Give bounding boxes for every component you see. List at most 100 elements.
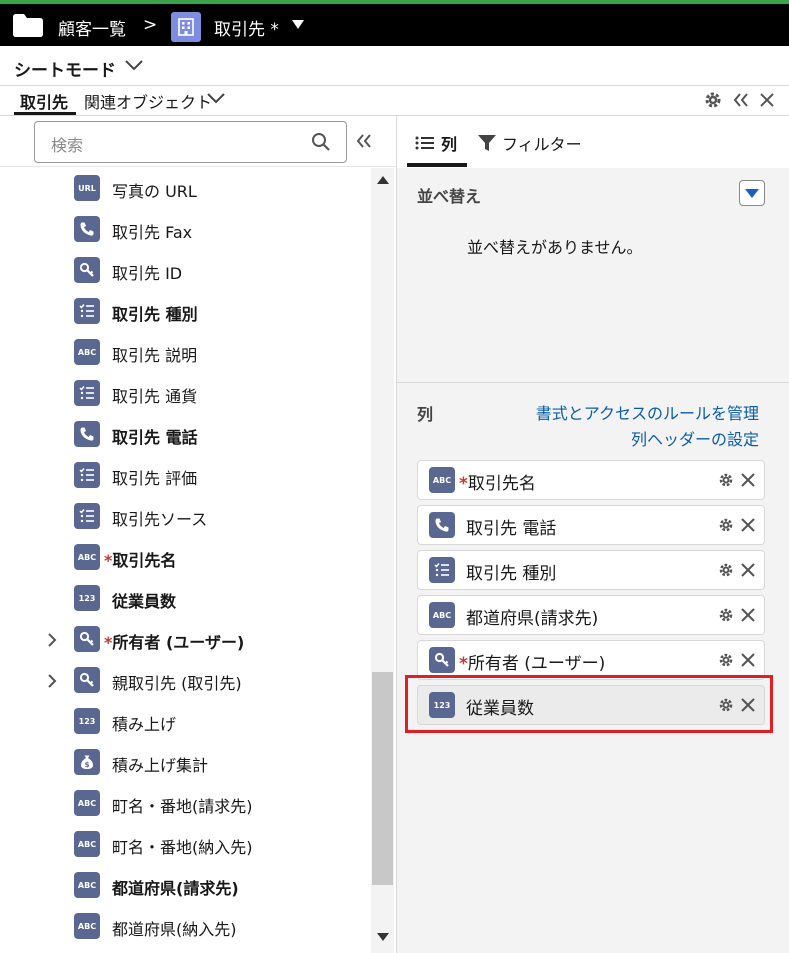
list-item[interactable]: 取引先 通貨 — [0, 373, 370, 414]
list-item[interactable]: $ 積み上げ集計 — [0, 742, 370, 783]
right-tabs: 列 フィルター — [397, 116, 789, 169]
scrollbar-thumb[interactable] — [372, 672, 393, 885]
list-item[interactable]: ABC 都道府県(納入先) — [0, 906, 370, 947]
sheet-mode-label[interactable]: シートモード — [14, 56, 116, 81]
list-item[interactable]: 取引先 電話 — [0, 414, 370, 455]
breadcrumb-list[interactable]: 顧客一覧 — [58, 15, 126, 40]
caret-down-icon — [745, 189, 759, 198]
list-item[interactable]: 取引先 評価 — [0, 455, 370, 496]
list-item[interactable]: *所有者 (ユーザー) — [0, 619, 370, 660]
column-header-settings-link[interactable]: 列ヘッダーの設定 — [631, 426, 759, 450]
column-item-label: 都道府県(請求先) — [466, 609, 599, 629]
remove-column-icon[interactable] — [740, 562, 756, 582]
remove-column-icon[interactable] — [740, 517, 756, 537]
column-item[interactable]: 取引先 電話 — [417, 505, 765, 545]
column-item[interactable]: *所有者 (ユーザー) — [417, 640, 765, 680]
object-name[interactable]: 取引先 * — [214, 15, 279, 40]
list-item[interactable]: 取引先 種別 — [0, 291, 370, 332]
list-item[interactable]: ABC 取引先 説明 — [0, 332, 370, 373]
column-item-label: 取引先 電話 — [466, 519, 557, 539]
object-tabs: 取引先 関連オブジェクト — [0, 85, 789, 116]
text-field-icon: ABC — [74, 790, 100, 816]
remove-column-icon[interactable] — [740, 652, 756, 672]
phone-icon — [429, 512, 455, 538]
gear-icon[interactable] — [703, 90, 723, 110]
filter-icon — [478, 135, 496, 151]
search-input[interactable]: 検索 — [34, 121, 347, 163]
column-item[interactable]: ABC *取引先名 — [417, 460, 765, 500]
double-chevron-left-icon[interactable] — [731, 90, 751, 110]
list-item[interactable]: ABC 都道府県(請求先) — [0, 865, 370, 906]
text-field-icon: ABC — [74, 339, 100, 365]
sort-section: 並べ替え 並べ替えがありません。 — [397, 168, 789, 383]
list-item[interactable]: ABC *取引先名 — [0, 537, 370, 578]
list-item[interactable]: 123 従業員数 — [0, 578, 370, 619]
list-item-label: 写真の URL — [112, 182, 197, 201]
search-placeholder: 検索 — [51, 136, 84, 155]
chevron-down-icon[interactable] — [124, 57, 144, 73]
account-object-icon — [171, 12, 201, 42]
number-field-icon: 123 — [74, 708, 100, 734]
search-icon[interactable] — [311, 132, 331, 152]
list-item[interactable]: 123 積み上げ — [0, 701, 370, 742]
double-chevron-left-icon[interactable] — [355, 132, 373, 150]
top-bar: 顧客一覧 > 取引先 * — [0, 0, 789, 46]
list-item[interactable]: 取引先ソース — [0, 496, 370, 537]
list-item[interactable]: URL 写真の URL — [0, 168, 370, 209]
active-tab-indicator — [14, 112, 76, 115]
key-icon — [429, 647, 455, 673]
list-item[interactable]: 取引先 ID — [0, 250, 370, 291]
phone-icon — [74, 421, 100, 447]
chevron-right-icon[interactable] — [47, 673, 57, 692]
gear-icon[interactable] — [718, 607, 734, 627]
picklist-icon — [74, 380, 100, 406]
number-field-icon: 123 — [74, 585, 100, 611]
tab-account[interactable]: 取引先 — [20, 89, 68, 113]
gear-icon[interactable] — [718, 517, 734, 537]
key-icon — [74, 257, 100, 283]
list-item-label: 取引先 種別 — [112, 305, 198, 324]
sort-dropdown-button[interactable] — [739, 180, 765, 206]
list-item[interactable]: ABC 町名・番地(納入先) — [0, 824, 370, 865]
list-icon — [415, 136, 434, 150]
column-item-label: 取引先 種別 — [466, 564, 557, 584]
text-field-icon: ABC — [74, 913, 100, 939]
tab-filter-label: フィルター — [502, 135, 582, 154]
column-item[interactable]: ABC 都道府県(請求先) — [417, 595, 765, 635]
gear-icon[interactable] — [718, 472, 734, 492]
column-item-label: *所有者 (ユーザー) — [459, 654, 606, 674]
picklist-icon — [429, 557, 455, 583]
gear-icon[interactable] — [718, 652, 734, 672]
tab-filter[interactable]: フィルター — [478, 131, 582, 155]
remove-column-icon[interactable] — [740, 472, 756, 492]
list-item-label: 取引先ソース — [112, 510, 208, 529]
key-icon — [74, 626, 100, 652]
chevron-down-icon[interactable] — [206, 90, 226, 106]
tab-columns[interactable]: 列 — [415, 131, 457, 155]
scroll-down-icon[interactable] — [377, 933, 389, 941]
active-tab-indicator — [407, 163, 467, 167]
list-item-label: 都道府県(納入先) — [112, 920, 237, 939]
list-item-label: *所有者 (ユーザー) — [104, 633, 245, 652]
gear-icon[interactable] — [718, 562, 734, 582]
tab-related-objects[interactable]: 関連オブジェクト — [84, 89, 212, 113]
list-item[interactable]: 親取引先 (取引先) — [0, 660, 370, 701]
list-item-label: *取引先名 — [104, 551, 177, 570]
caret-down-icon[interactable] — [292, 20, 304, 29]
settings-panel: 列 フィルター 並べ替え 並べ替えがありません。 列 書式とアクセスのルールを管… — [397, 116, 789, 953]
picklist-icon — [74, 298, 100, 324]
list-item-label: 取引先 通貨 — [112, 387, 198, 406]
breadcrumb-separator: > — [143, 15, 158, 35]
manage-rules-link[interactable]: 書式とアクセスのルールを管理 — [536, 400, 759, 424]
field-panel: 検索 URL 写真の URL 取引先 Fax 取引先 ID 取引先 種別 ABC 取引先 説… — [0, 116, 397, 953]
chevron-right-icon[interactable] — [47, 632, 57, 651]
column-item[interactable]: 取引先 種別 — [417, 550, 765, 590]
scroll-up-icon[interactable] — [377, 176, 389, 184]
list-item[interactable]: 取引先 Fax — [0, 209, 370, 250]
list-item[interactable]: ABC 町名・番地(請求先) — [0, 783, 370, 824]
remove-column-icon[interactable] — [740, 607, 756, 627]
folder-icon[interactable] — [13, 14, 43, 37]
close-icon[interactable] — [757, 90, 777, 110]
sort-title: 並べ替え — [417, 187, 482, 206]
list-item-label: 従業員数 — [112, 592, 177, 611]
